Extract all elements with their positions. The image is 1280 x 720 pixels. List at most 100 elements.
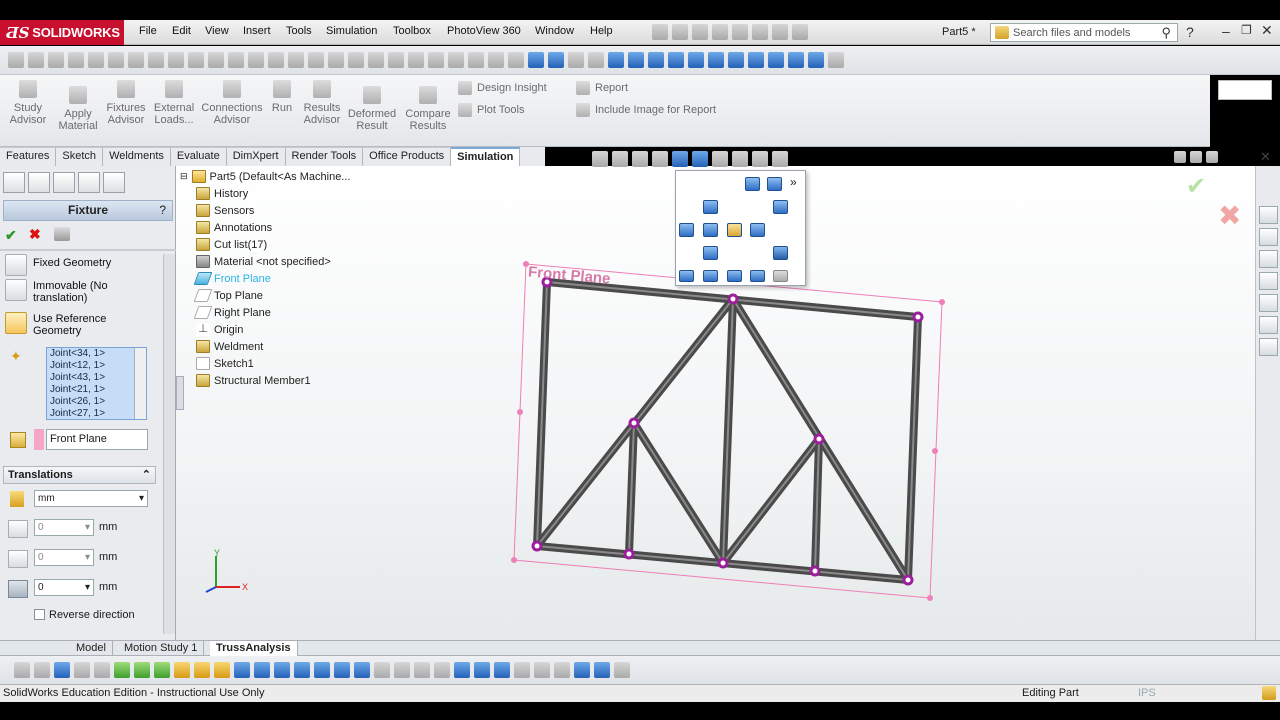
two-view-horizontal-icon[interactable] bbox=[703, 270, 718, 282]
joint-selection-list[interactable]: Joint<34, 1> Joint<12, 1> Joint<43, 1> J… bbox=[46, 347, 147, 420]
z-translation-field[interactable]: 0 ▾ bbox=[34, 579, 94, 596]
tree-item-front-plane[interactable]: Front Plane bbox=[193, 272, 271, 285]
home-icon[interactable] bbox=[1259, 228, 1278, 246]
menu-insert[interactable]: Insert bbox=[243, 25, 271, 37]
isometric-view-icon[interactable] bbox=[768, 52, 784, 68]
right-view-icon[interactable] bbox=[708, 52, 724, 68]
filter-icon[interactable] bbox=[14, 662, 30, 678]
x-translation-field[interactable]: 0 ▾ bbox=[34, 519, 94, 536]
tree-item-top-plane[interactable]: Top Plane bbox=[193, 289, 263, 302]
repair-icon[interactable] bbox=[348, 52, 364, 68]
custom-properties-icon[interactable] bbox=[1259, 338, 1278, 356]
restore-icon[interactable]: ❐ bbox=[1241, 23, 1252, 37]
menu-edit[interactable]: Edit bbox=[172, 25, 191, 37]
new-view-icon[interactable] bbox=[767, 177, 782, 191]
print-icon[interactable] bbox=[712, 24, 728, 40]
tab-sketch[interactable]: Sketch bbox=[56, 147, 104, 166]
rebuild-icon[interactable] bbox=[772, 24, 788, 40]
dimxpert-manager-tab-icon[interactable] bbox=[78, 172, 100, 193]
pushpin-icon[interactable] bbox=[54, 227, 70, 241]
list-item[interactable]: Joint<27, 1> bbox=[47, 408, 146, 419]
filter-point-icon[interactable] bbox=[274, 662, 290, 678]
isometric-view-icon[interactable] bbox=[773, 200, 788, 214]
filter-face-icon[interactable] bbox=[154, 662, 170, 678]
tree-item-material[interactable]: Material <not specified> bbox=[196, 255, 331, 268]
filter-cosmetic-icon[interactable] bbox=[454, 662, 470, 678]
two-view-vertical-icon[interactable] bbox=[727, 270, 742, 282]
four-view-icon[interactable] bbox=[750, 270, 765, 282]
property-manager-tab-icon[interactable] bbox=[28, 172, 50, 193]
filter-note-icon[interactable] bbox=[314, 662, 330, 678]
pattern-icon[interactable] bbox=[288, 52, 304, 68]
tab-truss-analysis[interactable]: TrussAnalysis bbox=[210, 641, 298, 656]
connections-advisor-button[interactable]: Connections Advisor bbox=[200, 80, 264, 126]
external-loads-button[interactable]: External Loads... bbox=[152, 80, 196, 126]
hide-show-icon[interactable] bbox=[568, 52, 584, 68]
compare-results-button[interactable]: Compare Results bbox=[402, 86, 454, 132]
reverse-direction-checkbox[interactable] bbox=[34, 609, 45, 620]
rapid-sketch-icon[interactable] bbox=[388, 52, 404, 68]
view-orientation-icon[interactable] bbox=[528, 52, 544, 68]
immovable-option[interactable]: Immovable (No translation) bbox=[5, 279, 155, 304]
shaded-contours-icon[interactable] bbox=[428, 52, 444, 68]
mirror-icon[interactable] bbox=[268, 52, 284, 68]
collapse-toolbar-button[interactable] bbox=[1218, 80, 1272, 100]
back-view-icon[interactable] bbox=[750, 223, 765, 237]
study-advisor-button[interactable]: Study Advisor bbox=[8, 80, 48, 126]
fixtures-advisor-button[interactable]: Fixtures Advisor bbox=[104, 80, 148, 126]
filter-center-mark-icon[interactable] bbox=[394, 662, 410, 678]
pointer-icon[interactable] bbox=[28, 52, 44, 68]
close-doc-icon[interactable]: ✕ bbox=[1260, 149, 1271, 165]
instant2d-icon[interactable] bbox=[408, 52, 424, 68]
display-style-icon[interactable] bbox=[692, 151, 708, 167]
solidworks-logo[interactable]: ƋS SOLIDWORKS bbox=[0, 20, 124, 45]
tree-item-annotations[interactable]: Annotations bbox=[196, 221, 272, 234]
z-direction-toggle[interactable] bbox=[8, 580, 28, 598]
collapse-icon[interactable]: ⊟ bbox=[180, 171, 188, 182]
front-view-icon[interactable] bbox=[703, 223, 718, 237]
tab-weldments[interactable]: Weldments bbox=[103, 147, 171, 166]
new-icon[interactable] bbox=[652, 24, 668, 40]
pin-icon[interactable] bbox=[745, 177, 760, 191]
single-view-icon[interactable] bbox=[679, 270, 694, 282]
trim-icon[interactable] bbox=[208, 52, 224, 68]
list-item[interactable]: Joint<21, 1> bbox=[47, 384, 146, 396]
appearances-icon[interactable] bbox=[1259, 316, 1278, 334]
tab-dimxpert[interactable]: DimXpert bbox=[226, 147, 286, 166]
help-button[interactable]: ? bbox=[159, 201, 166, 220]
zoom-area-icon[interactable] bbox=[508, 52, 524, 68]
tree-root[interactable]: ⊟ Part5 (Default<As Machine... bbox=[180, 170, 350, 183]
notification-icon[interactable] bbox=[1262, 686, 1276, 700]
normal-to-icon[interactable] bbox=[773, 246, 788, 260]
tab-features[interactable]: Features bbox=[0, 147, 57, 166]
minimize-icon[interactable]: – bbox=[1222, 23, 1230, 39]
arc-icon[interactable] bbox=[108, 52, 124, 68]
plot-tools-button[interactable]: Plot Tools bbox=[458, 103, 525, 117]
tab-model[interactable]: Model bbox=[70, 641, 113, 656]
list-scrollbar[interactable] bbox=[134, 348, 146, 419]
options-icon[interactable] bbox=[792, 24, 808, 40]
filter-cleanup-icon[interactable] bbox=[514, 662, 530, 678]
x-direction-toggle[interactable] bbox=[8, 520, 28, 538]
zoom-fit-icon[interactable] bbox=[488, 52, 504, 68]
include-image-button[interactable]: Include Image for Report bbox=[576, 103, 716, 117]
tree-item-weldment[interactable]: Weldment bbox=[196, 340, 263, 353]
filter-axis-icon[interactable] bbox=[254, 662, 270, 678]
circle-icon[interactable] bbox=[88, 52, 104, 68]
cancel-icon[interactable]: ✖ bbox=[29, 226, 41, 243]
tile-icon[interactable] bbox=[1174, 151, 1186, 164]
panel-scrollbar[interactable] bbox=[163, 254, 175, 634]
ok-checkmark-icon[interactable]: ✔ bbox=[1186, 175, 1214, 199]
translations-header[interactable]: Translations ⌃ bbox=[3, 466, 156, 484]
smart-dimension-icon[interactable] bbox=[48, 52, 64, 68]
apply-material-button[interactable]: Apply Material bbox=[56, 86, 100, 132]
filter-vertex-icon[interactable] bbox=[114, 662, 130, 678]
more-chevron-icon[interactable]: » bbox=[790, 175, 797, 189]
tree-item-structural-member1[interactable]: Structural Member1 bbox=[196, 374, 311, 387]
sketch-tool-icon[interactable] bbox=[8, 52, 24, 68]
y-translation-field[interactable]: 0 ▾ bbox=[34, 549, 94, 566]
filter-surface-icon[interactable] bbox=[374, 662, 390, 678]
filter-beam-icon[interactable] bbox=[214, 662, 230, 678]
filter-dimension-icon[interactable] bbox=[294, 662, 310, 678]
appearance-icon[interactable] bbox=[588, 52, 604, 68]
